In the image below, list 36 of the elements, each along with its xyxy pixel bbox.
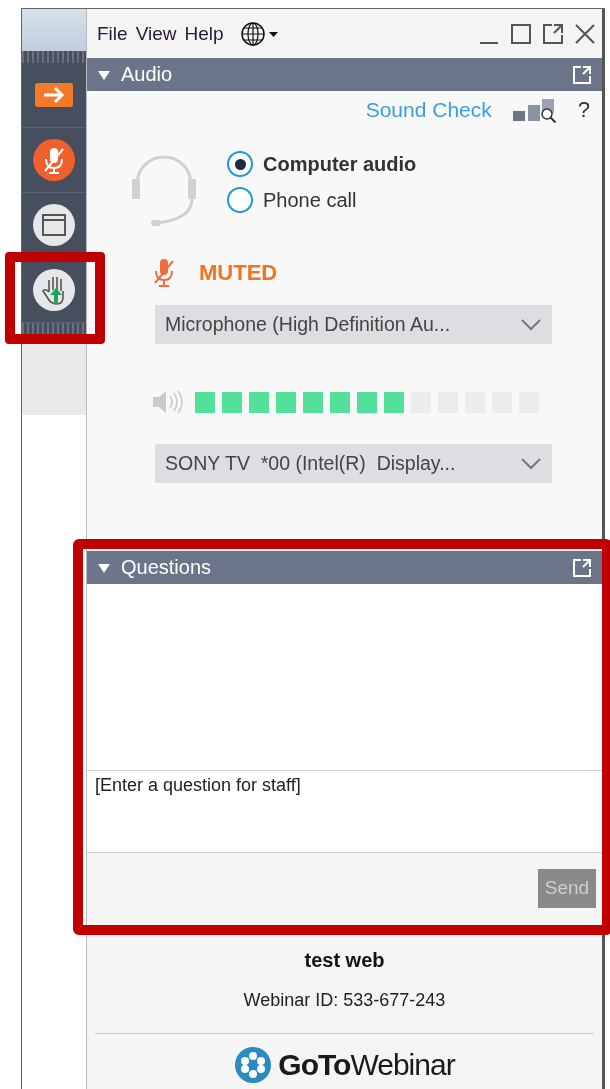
panel-header[interactable]: Questions [87,551,602,584]
menu-item[interactable]: File [97,22,128,45]
webinar-id: Webinar ID: 533-677-243 [243,990,446,1011]
device-dropdown[interactable]: SONY TV *00 (Intel(R) Display... [155,444,552,483]
arrow-button-icon[interactable] [34,82,74,108]
panel-title: Audio [121,63,173,86]
device-dropdown[interactable]: Microphone (High Definition Au... [155,305,552,344]
panel-header[interactable]: Audio [87,58,602,91]
panel-title: Questions [121,556,212,579]
muted-mic-icon [151,257,177,289]
maximize-icon[interactable] [510,22,532,45]
menu-item[interactable]: Help [184,22,224,45]
radio-option[interactable]: Phone call [227,187,417,213]
close-icon[interactable] [574,22,596,45]
undock-icon[interactable] [542,22,564,45]
product-name: GoToWebinar [278,1048,455,1082]
speaker-icon [151,388,183,416]
sidebar-header [22,9,86,51]
menu-item[interactable]: View [135,22,177,45]
radio-option[interactable]: Computer audio [227,151,417,177]
flower-logo-icon [234,1046,273,1084]
webinar-title: test web [304,949,385,972]
language-globe-icon[interactable] [239,19,280,48]
meter-search-icon[interactable] [511,97,558,123]
chevron-down-icon [520,317,542,332]
muted-status: MUTED [199,260,278,286]
grip-handle[interactable] [22,323,86,335]
chevron-down-icon [520,456,542,471]
raise-hand-icon[interactable] [32,268,76,312]
window-icon[interactable] [32,203,76,247]
help-button[interactable]: ? [577,97,590,123]
collapse-triangle-icon[interactable] [97,561,111,574]
collapse-triangle-icon[interactable] [97,68,111,81]
grip-handle[interactable] [22,51,86,63]
muted-mic-icon[interactable] [32,138,76,182]
question-field[interactable]: [Enter a question for staff] [87,770,602,853]
